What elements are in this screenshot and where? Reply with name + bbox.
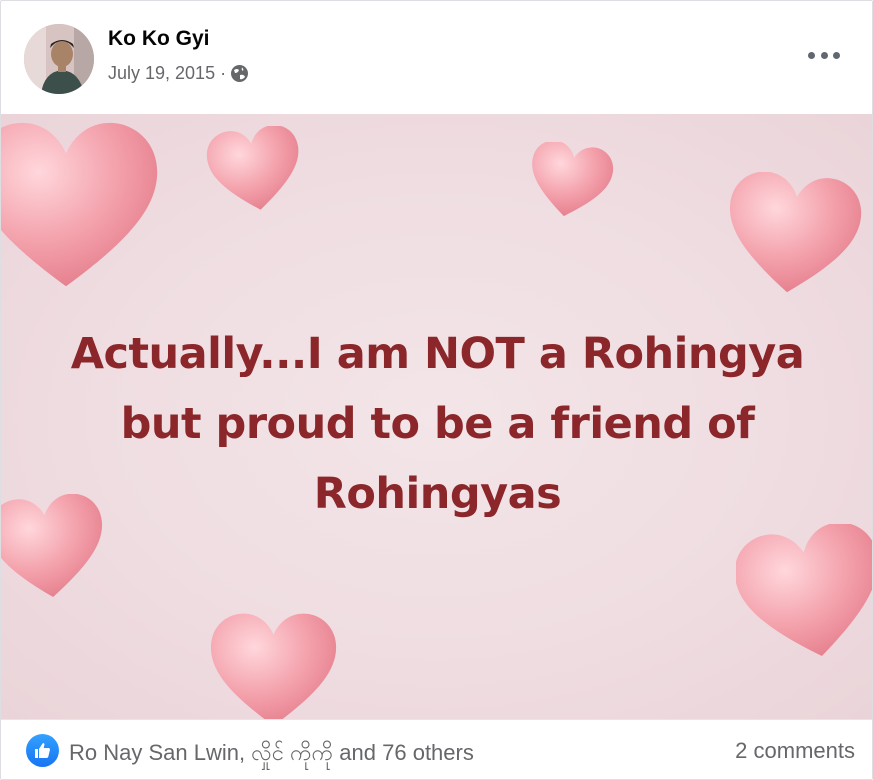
- caption-line: but proud to be a friend of: [120, 399, 755, 449]
- comments-count[interactable]: 2 comments: [735, 738, 855, 764]
- author-avatar[interactable]: [24, 24, 94, 94]
- caption-line: Actually...I am NOT a Rohingya: [70, 329, 805, 379]
- heart-decoration-icon: [532, 142, 614, 217]
- post-meta: July 19, 2015 ·: [108, 63, 249, 84]
- heart-decoration-icon: [206, 126, 299, 210]
- heart-decoration-icon: [210, 613, 337, 719]
- heart-decoration-icon: [736, 524, 872, 657]
- author-name[interactable]: Ko Ko Gyi: [108, 27, 210, 51]
- more-options-button[interactable]: [808, 45, 840, 65]
- meta-separator: ·: [220, 63, 227, 83]
- like-icon[interactable]: [26, 734, 59, 767]
- image-caption-text: Actually...I am NOT a Rohingya but proud…: [1, 319, 872, 529]
- reaction-bar: Ro Nay San Lwin, လှိုင် ကိုကို and 76 ot…: [1, 719, 872, 779]
- post-card: Ko Ko Gyi July 19, 2015 · Actually...I a…: [0, 0, 873, 780]
- more-dot-icon: [808, 51, 815, 59]
- post-header: Ko Ko Gyi July 19, 2015 ·: [1, 1, 872, 113]
- reactors-text[interactable]: Ro Nay San Lwin, လှိုင် ကိုကို and 76 ot…: [69, 738, 474, 771]
- more-dot-icon: [833, 51, 840, 59]
- post-date[interactable]: July 19, 2015: [108, 63, 215, 84]
- post-image[interactable]: Actually...I am NOT a Rohingya but proud…: [1, 114, 872, 719]
- more-dot-icon: [820, 51, 828, 59]
- globe-icon[interactable]: [230, 64, 249, 83]
- caption-line: Rohingyas: [313, 469, 562, 519]
- heart-decoration-icon: [1, 122, 158, 287]
- heart-decoration-icon: [730, 172, 862, 293]
